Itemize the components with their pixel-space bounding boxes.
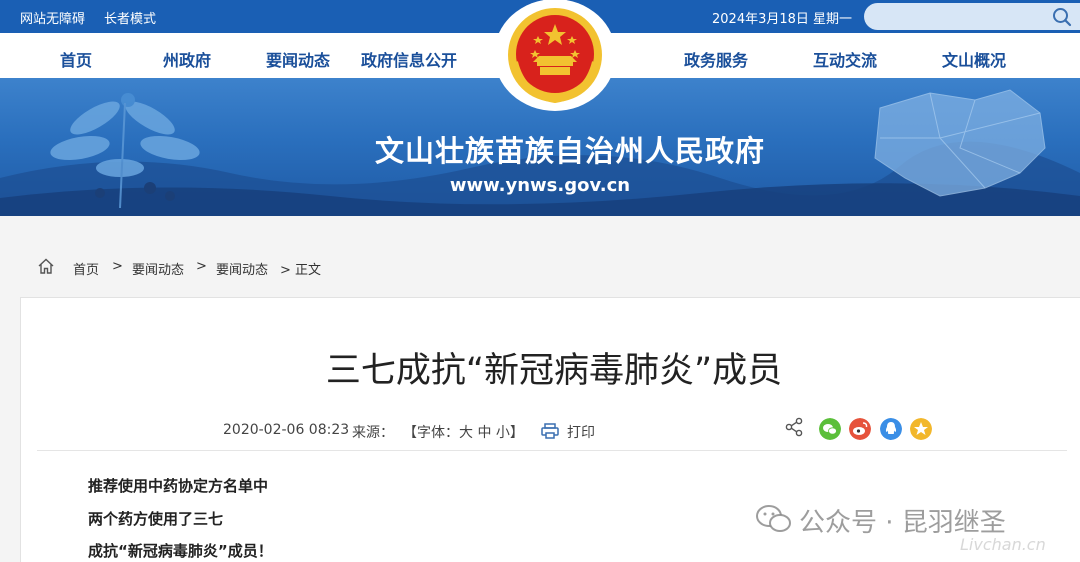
nav-item-interaction[interactable]: 互动交流 [813, 47, 877, 71]
national-emblem [493, 0, 617, 115]
qzone-share-icon[interactable] [910, 418, 932, 440]
weibo-share-icon[interactable] [849, 418, 871, 440]
watermark-url: Livchan.cn [960, 535, 1046, 554]
emblem-icon [494, 0, 616, 111]
watermark-text: 公众号 · 昆羽继圣 [799, 508, 1006, 538]
search-icon[interactable] [1052, 7, 1072, 27]
print-icon[interactable] [541, 423, 559, 439]
qq-share-icon[interactable] [880, 418, 902, 440]
site-title: 文山壮族苗族自治州人民政府 [374, 134, 765, 168]
share-icon[interactable] [785, 417, 803, 437]
breadcrumb-home[interactable]: 首页 [73, 259, 99, 278]
breadcrumb-separator: > [112, 259, 123, 274]
nav-item-gov-services[interactable]: 政务服务 [684, 47, 748, 71]
nav-item-news[interactable]: 要闻动态 [266, 47, 330, 71]
article-paragraph: 两个药方使用了三七 [88, 510, 224, 528]
wechat-watermark-icon [756, 505, 791, 532]
breadcrumb-news-sub[interactable]: 要闻动态 [216, 259, 268, 278]
nav-item-prefecture-gov[interactable]: 州政府 [163, 47, 211, 71]
breadcrumb-separator: > [196, 259, 207, 274]
home-icon[interactable] [37, 257, 55, 275]
article-paragraph: 推荐使用中药协定方名单中 [88, 477, 269, 495]
wechat-share-icon[interactable] [819, 418, 841, 440]
article-paragraph: 成抗“新冠病毒肺炎”成员！ [88, 542, 273, 560]
meta-divider [37, 450, 1067, 451]
current-date: 2024年3月18日 星期一 [712, 12, 853, 27]
nav-item-home[interactable]: 首页 [60, 47, 92, 71]
font-size-control[interactable]: 【字体：大 中 小】 [403, 422, 524, 442]
nav-item-overview[interactable]: 文山概况 [942, 47, 1006, 71]
search-box [864, 3, 1080, 30]
search-input[interactable] [878, 7, 1038, 26]
breadcrumb-news[interactable]: 要闻动态 [132, 259, 184, 278]
article-datetime: 2020-02-06 08:23 [223, 422, 350, 438]
elder-mode-link[interactable]: 长者模式 [104, 8, 156, 27]
nav-item-gov-info[interactable]: 政府信息公开 [361, 47, 457, 71]
breadcrumb-current: > 正文 [280, 263, 322, 278]
article-source-label: 来源： [352, 425, 394, 441]
accessibility-link[interactable]: 网站无障碍 [20, 8, 85, 27]
article-title: 三七成抗“新冠病毒肺炎”成员 [325, 351, 783, 391]
site-url: www.ynws.gov.cn [449, 175, 631, 196]
print-button[interactable]: 打印 [567, 422, 595, 442]
